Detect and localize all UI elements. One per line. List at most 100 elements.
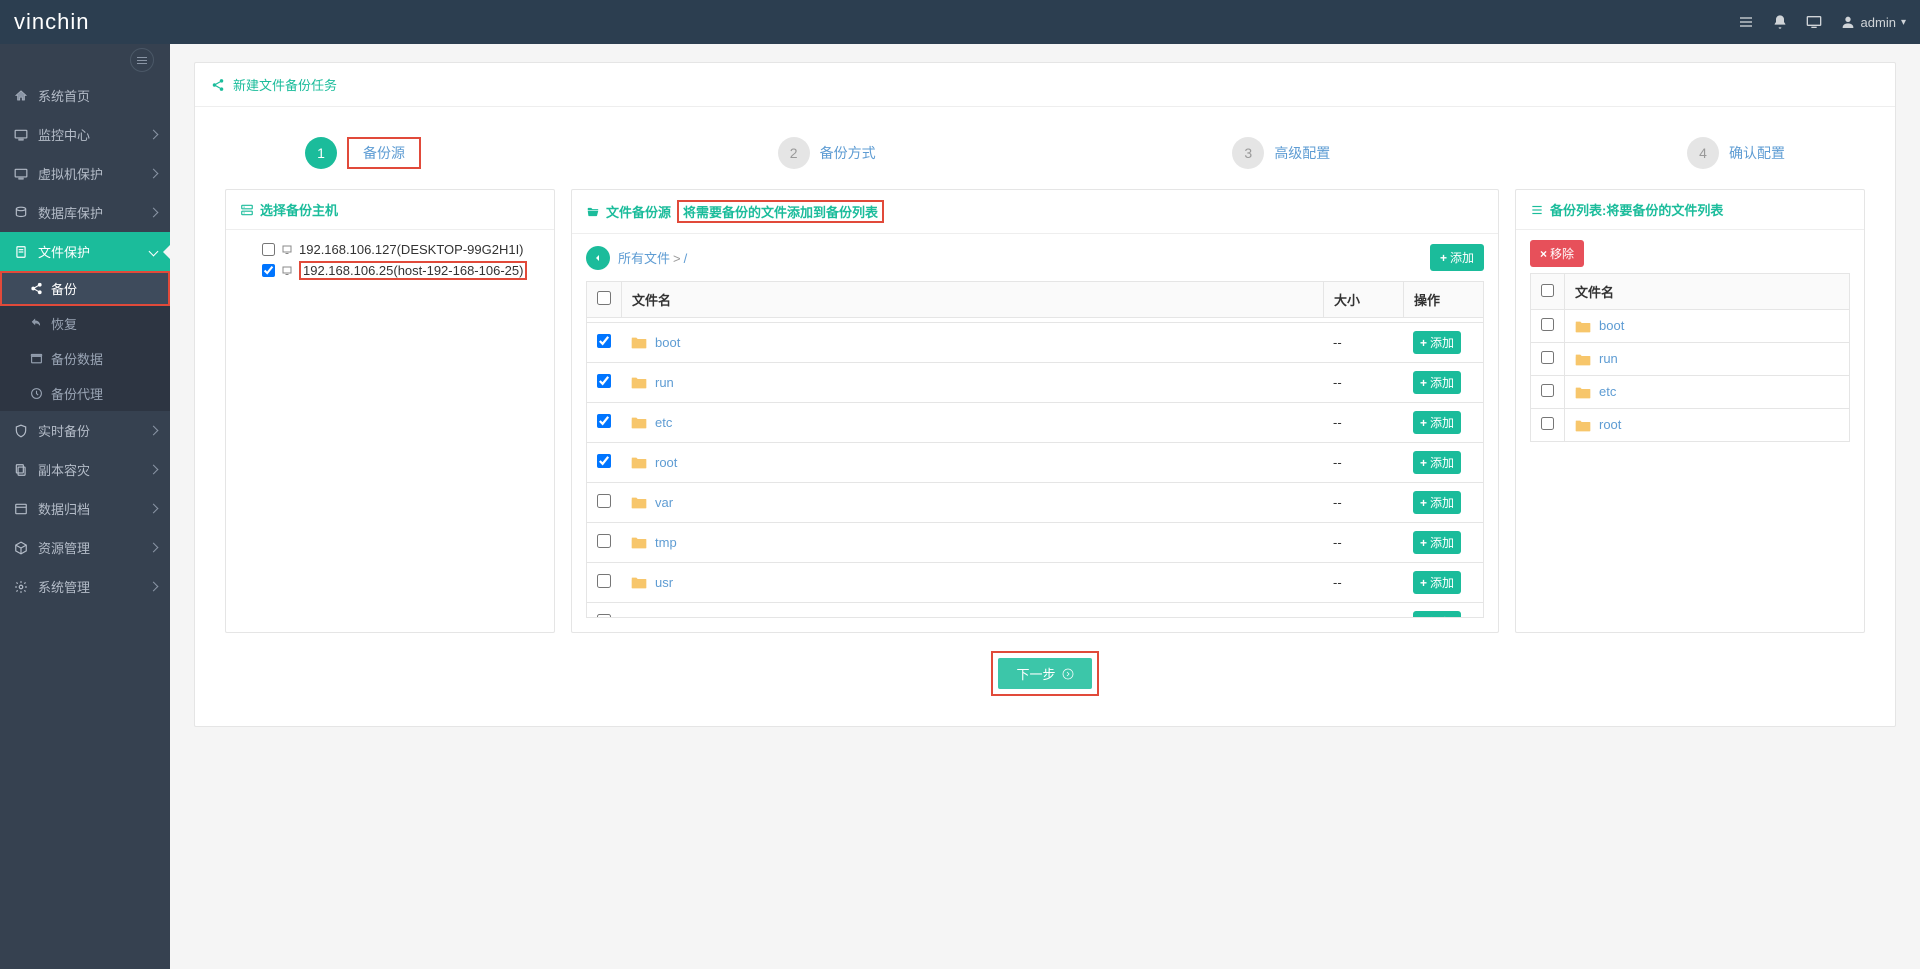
target-row-checkbox[interactable]: [1541, 417, 1554, 430]
breadcrumb[interactable]: 所有文件>/: [618, 248, 687, 267]
sub-nav-item[interactable]: 恢复: [0, 306, 170, 341]
host-icon: [281, 265, 293, 277]
step-number: 3: [1232, 137, 1264, 169]
host-checkbox[interactable]: [262, 264, 275, 277]
row-add-button[interactable]: +添加: [1413, 531, 1461, 554]
app-header: vinchin admin ▾: [0, 0, 1920, 44]
wizard-step[interactable]: 3 高级配置: [1232, 137, 1330, 169]
row-checkbox[interactable]: [597, 414, 611, 428]
target-row-checkbox[interactable]: [1541, 318, 1554, 331]
host-tree-item[interactable]: 192.168.106.127(DESKTOP-99G2H1I): [240, 240, 540, 259]
folder-icon: [631, 336, 647, 350]
row-add-button[interactable]: +添加: [1413, 571, 1461, 594]
step-number: 4: [1687, 137, 1719, 169]
row-add-button[interactable]: +添加: [1413, 491, 1461, 514]
back-button[interactable]: [586, 246, 610, 270]
chevron-icon: [150, 583, 158, 591]
step-label: 高级配置: [1274, 143, 1330, 163]
burger-icon: [130, 48, 154, 72]
display-icon[interactable]: [1806, 14, 1822, 30]
step-label: 备份方式: [820, 143, 876, 163]
row-checkbox[interactable]: [597, 454, 611, 468]
bell-icon[interactable]: [1772, 14, 1788, 30]
chevron-icon: [150, 544, 158, 552]
host-checkbox[interactable]: [262, 243, 275, 256]
row-add-button[interactable]: +添加: [1413, 451, 1461, 474]
menu-icon[interactable]: [1738, 14, 1754, 30]
file-row: var-- +添加: [587, 483, 1483, 523]
file-row: boot--+添加: [587, 323, 1483, 363]
sub-nav-item[interactable]: 备份数据: [0, 341, 170, 376]
file-size-cell: --: [1323, 603, 1403, 619]
file-name-cell[interactable]: tmp: [621, 523, 1323, 563]
sub-nav-item[interactable]: 备份: [0, 271, 170, 306]
step-label: 确认配置: [1729, 143, 1785, 163]
nav-label: 文件保护: [38, 242, 90, 261]
next-button[interactable]: 下一步: [998, 658, 1091, 689]
row-checkbox[interactable]: [597, 334, 611, 348]
sidebar-toggle[interactable]: [0, 44, 170, 76]
row-checkbox[interactable]: [597, 374, 611, 388]
nav-item[interactable]: 数据库保护: [0, 193, 170, 232]
folder-icon: [631, 536, 647, 550]
file-name-cell[interactable]: run: [621, 363, 1323, 403]
sub-nav-item[interactable]: 备份代理: [0, 376, 170, 411]
host-label: 192.168.106.25(host-192-168-106-25): [303, 263, 523, 278]
file-name-cell[interactable]: etc: [621, 403, 1323, 443]
nav-label: 虚拟机保护: [38, 164, 103, 183]
file-size-cell: --: [1323, 403, 1403, 443]
file-row: etc-- +添加: [587, 403, 1483, 443]
sidebar: 系统首页监控中心虚拟机保护数据库保护文件保护备份恢复备份数据备份代理实时备份副本…: [0, 44, 170, 969]
row-checkbox[interactable]: [597, 494, 611, 508]
file-row: root--+添加: [587, 443, 1483, 483]
target-row: etc: [1531, 376, 1850, 409]
wizard-step[interactable]: 4 确认配置: [1687, 137, 1785, 169]
file-name-cell[interactable]: root: [621, 443, 1323, 483]
nav-item[interactable]: 虚拟机保护: [0, 154, 170, 193]
nav-item[interactable]: 系统首页: [0, 76, 170, 115]
add-selected-button[interactable]: +添加: [1430, 244, 1484, 271]
nav-item[interactable]: 实时备份: [0, 411, 170, 450]
file-name-cell[interactable]: boot: [621, 323, 1323, 363]
remove-button[interactable]: ×移除: [1530, 240, 1584, 267]
select-all-checkbox[interactable]: [597, 291, 611, 305]
nav-item[interactable]: 文件保护: [0, 232, 170, 271]
target-file-name: boot: [1565, 310, 1850, 343]
target-row-checkbox[interactable]: [1541, 351, 1554, 364]
chevron-icon: [150, 209, 158, 217]
target-row-checkbox[interactable]: [1541, 384, 1554, 397]
wizard-step[interactable]: 1备份源: [305, 137, 421, 169]
folder-icon: [1575, 320, 1591, 334]
user-menu[interactable]: admin ▾: [1840, 14, 1906, 30]
target-row: boot: [1531, 310, 1850, 343]
chevron-icon: [150, 170, 158, 178]
file-size-cell: --: [1323, 483, 1403, 523]
nav-item[interactable]: 资源管理: [0, 528, 170, 567]
row-add-button[interactable]: +添加: [1413, 331, 1461, 354]
nav-item[interactable]: 数据归档: [0, 489, 170, 528]
file-name-cell[interactable]: bin: [621, 603, 1323, 619]
step-number: 2: [778, 137, 810, 169]
folder-icon: [1575, 386, 1591, 400]
nav-item[interactable]: 系统管理: [0, 567, 170, 606]
file-name-cell[interactable]: usr: [621, 563, 1323, 603]
nav-item[interactable]: 监控中心: [0, 115, 170, 154]
nav-item[interactable]: 副本容灾: [0, 450, 170, 489]
host-panel: 选择备份主机 192.168.106.127(DESKTOP-99G2H1I)1…: [225, 189, 555, 633]
select-all-target-checkbox[interactable]: [1541, 284, 1554, 297]
brand-logo: vinchin: [14, 9, 89, 35]
user-icon: [1840, 14, 1856, 30]
file-name-cell[interactable]: var: [621, 483, 1323, 523]
page-title: 新建文件备份任务: [233, 75, 337, 94]
row-checkbox[interactable]: [597, 614, 611, 618]
row-add-button[interactable]: +添加: [1413, 611, 1461, 618]
row-checkbox[interactable]: [597, 534, 611, 548]
row-checkbox[interactable]: [597, 574, 611, 588]
chevron-icon: [150, 466, 158, 474]
page-header: 新建文件备份任务: [195, 63, 1895, 107]
wizard-step[interactable]: 2 备份方式: [778, 137, 876, 169]
row-add-button[interactable]: +添加: [1413, 371, 1461, 394]
row-add-button[interactable]: +添加: [1413, 411, 1461, 434]
target-panel: 备份列表:将要备份的文件列表 ×移除 文件名: [1515, 189, 1865, 633]
host-tree-item[interactable]: 192.168.106.25(host-192-168-106-25): [240, 259, 540, 282]
